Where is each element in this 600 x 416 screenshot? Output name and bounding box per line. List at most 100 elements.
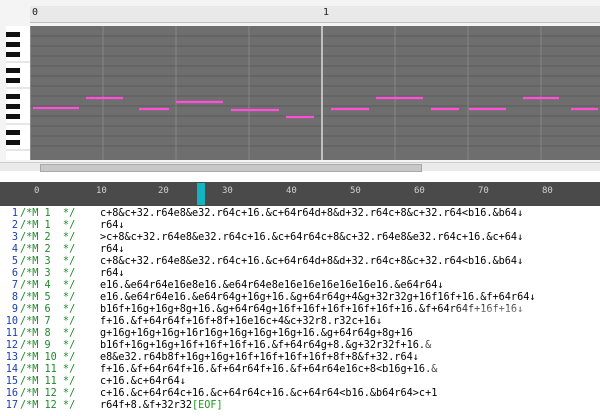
code-line[interactable]: 8/*M 5 */ e16.&e64r64e16.&e64r64g+16g+16.… <box>0 292 600 304</box>
mml-code-text: c+16.&c+64r64c+16.&c+64r64c+16.&c+64r64<… <box>100 388 438 399</box>
line-number: 5 <box>11 256 18 267</box>
line-number: 15 <box>5 376 18 387</box>
measure-comment: /*M 3 */ <box>20 256 76 267</box>
code-line[interactable]: 3/*M 2 */ >c+8&c+32.r64e8&e32.r64c+16.&c+… <box>0 232 600 244</box>
line-number: 7 <box>11 280 18 291</box>
mml-code[interactable]: f+16.&f+64r64f+16f+8f+16e16c+4&c+32r8.r3… <box>100 316 382 328</box>
mml-code[interactable]: e8&e32.r64b8f+16g+16g+16f+16f+16f+16f+8f… <box>100 352 419 364</box>
mml-code-text: r64f+8.&f+32r32 <box>100 400 193 411</box>
ruler-tick-label: 10 <box>96 186 107 196</box>
measure-label-1: 1 <box>323 7 330 18</box>
measure-comment: /*M 6 */ <box>20 304 76 315</box>
mml-code-text: c+16.&c+64r64↓ <box>100 376 186 387</box>
code-line[interactable]: 13/*M 10 */ e8&e32.r64b8f+16g+16g+16f+16f… <box>0 352 600 364</box>
black-keys <box>6 32 20 145</box>
measure-comment: /*M 9 */ <box>20 340 76 351</box>
mml-code[interactable]: r64↓ <box>100 244 125 256</box>
code-line[interactable]: 4/*M 2 */ r64↓ <box>0 244 600 256</box>
code-line[interactable]: 7/*M 4 */ e16.&e64r64e16e8e16.&e64r64e8e1… <box>0 280 600 292</box>
mml-code[interactable]: c+16.&c+64r64c+16.&c+64r64c+16.&c+64r64<… <box>100 388 437 400</box>
mml-code[interactable]: b16f+16g+16g+16f+16f+16f+16.&f+64r64g+8.… <box>100 340 431 352</box>
line-number: 3 <box>11 232 18 243</box>
code-line[interactable]: 11/*M 8 */ g+16g+16g+16g+16r16g+16g+16g+1… <box>0 328 600 340</box>
measure-comment: /*M 4 */ <box>20 280 76 291</box>
line-number: 16 <box>5 388 18 399</box>
line-number: 11 <box>5 328 18 339</box>
mml-code[interactable]: r64f+8.&f+32r32[EOF] <box>100 400 223 412</box>
line-number: 10 <box>5 316 18 327</box>
code-line[interactable]: 10/*M 7 */ f+16.&f+64r64f+16f+8f+16e16c+4… <box>0 316 600 328</box>
measure-comment: /*M 3 */ <box>20 268 76 279</box>
piano-roll[interactable]: 0 1 <box>0 0 600 172</box>
measure-comment: /*M 10 */ <box>20 352 76 363</box>
mml-code[interactable]: g+16g+16g+16g+16r16g+16g+16g+16g+16.&g+6… <box>100 328 413 340</box>
line-number: 8 <box>11 292 18 303</box>
mml-code[interactable]: b16f+16g+16g+8g+16.&g+64r64g+16f+16f+16f… <box>100 304 523 316</box>
measure-comment: /*M 12 */ <box>20 400 76 411</box>
line-number: 14 <box>5 364 18 375</box>
mml-code-text: f+16.&f+64r64f+16f+8f+16e16c+4&c+32r8.r3… <box>100 316 383 327</box>
measure-comment: /*M 2 */ <box>20 232 76 243</box>
mml-code[interactable]: c+8&c+32.r64e8&e32.r64c+16.&c+64r64d+8&d… <box>100 256 523 268</box>
ruler-tick-label: 0 <box>34 186 40 196</box>
mml-text-editor[interactable]: 1/*M 1 */ c+8&c+32.r64e8&e32.r64c+16.&c+6… <box>0 206 600 416</box>
line-number: 4 <box>11 244 18 255</box>
measure-comment: /*M 11 */ <box>20 376 76 387</box>
mml-code-text: r64↓ <box>100 220 125 231</box>
line-number: 9 <box>11 304 18 315</box>
mml-code-text: f+16.&f+64r64f+16.&f+64r64f+16.&f+64r64e… <box>100 364 438 375</box>
code-line[interactable]: 15/*M 11 */ c+16.&c+64r64↓ <box>0 376 600 388</box>
mml-code[interactable]: r64↓ <box>100 268 125 280</box>
ruler-tick-label: 30 <box>222 186 233 196</box>
measure-comment: /*M 8 */ <box>20 328 76 339</box>
ruler-tick-label: 40 <box>286 186 297 196</box>
mml-code-text: g+16g+16g+16g+16r16g+16g+16g+16g+16.&g+6… <box>100 328 413 339</box>
mml-code-text: r64↓ <box>100 268 125 279</box>
code-line[interactable]: 16/*M 12 */ c+16.&c+64r64c+16.&c+64r64c+1… <box>0 388 600 400</box>
notes <box>33 96 598 119</box>
ruler-tick-label: 60 <box>414 186 425 196</box>
code-line[interactable]: 17/*M 12 */ r64f+8.&f+32r32[EOF] <box>0 400 600 412</box>
mml-code-text: >c+8&c+32.r64e8&e32.r64c+16.&c+64r64c+8&… <box>100 232 524 243</box>
mml-code-text: c+8&c+32.r64e8&e32.r64c+16.&c+64r64d+8&d… <box>100 208 524 219</box>
code-line[interactable]: 9/*M 6 */ b16f+16g+16g+8g+16.&g+64r64g+16… <box>0 304 600 316</box>
line-number: 13 <box>5 352 18 363</box>
code-line[interactable]: 6/*M 3 */ r64↓ <box>0 268 600 280</box>
mml-code[interactable]: r64↓ <box>100 220 125 232</box>
line-number: 1 <box>11 208 18 219</box>
piano-keyboard[interactable] <box>6 26 31 160</box>
mml-code[interactable]: c+8&c+32.r64e8&e32.r64c+16.&c+64r64d+8&d… <box>100 208 523 220</box>
mml-code-text: e8&e32.r64b8f+16g+16g+16f+16f+16f+16f+8f… <box>100 352 419 363</box>
mml-code[interactable]: f+16.&f+64r64f+16.&f+64r64f+16.&f+64r64e… <box>100 364 437 376</box>
measure-ruler[interactable]: 0 1 <box>30 6 600 23</box>
mml-code[interactable]: e16.&e64r64e16.&e64r64g+16g+16.&g+64r64g… <box>100 292 535 304</box>
measure-comment: /*M 5 */ <box>20 292 76 303</box>
mml-code-text: e16.&e64r64e16e8e16.&e64r64e8e16e16e16e1… <box>100 280 444 291</box>
note-grid[interactable] <box>31 26 600 160</box>
ruler-tick-label: 70 <box>478 186 489 196</box>
line-number: 2 <box>11 220 18 231</box>
measure-comment: /*M 7 */ <box>20 316 76 327</box>
eof-marker: [EOF] <box>192 400 223 411</box>
code-line[interactable]: 12/*M 9 */ b16f+16g+16g+16f+16f+16f+16.&f… <box>0 340 600 352</box>
cursor-column-marker <box>197 183 205 205</box>
code-line[interactable]: 5/*M 3 */ c+8&c+32.r64e8&e32.r64c+16.&c+6… <box>0 256 600 268</box>
mml-code-text: e16.&e64r64e16.&e64r64g+16g+16.&g+64r64g… <box>100 292 536 303</box>
code-line[interactable]: 2/*M 1 */ r64↓ <box>0 220 600 232</box>
code-line[interactable]: 1/*M 1 */ c+8&c+32.r64e8&e32.r64c+16.&c+6… <box>0 208 600 220</box>
scrollbar-thumb[interactable] <box>40 164 422 172</box>
ruler-tick-label: 20 <box>158 186 169 196</box>
mml-code[interactable]: >c+8&c+32.r64e8&e32.r64c+16.&c+64r64c+8&… <box>100 232 523 244</box>
mml-code-text: r64↓ <box>100 244 125 255</box>
mml-code[interactable]: e16.&e64r64e16e8e16.&e64r64e8e16e16e16e1… <box>100 280 443 292</box>
code-line[interactable]: 14/*M 11 */ f+16.&f+64r64f+16.&f+64r64f+1… <box>0 364 600 376</box>
measure-comment: /*M 11 */ <box>20 364 76 375</box>
line-number: 17 <box>5 400 18 411</box>
mml-code-text: b16f+16g+16g+16f+16f+16f+16.&f+64r64g+8.… <box>100 340 432 351</box>
line-number: 12 <box>5 340 18 351</box>
mml-code-text: b16f+16g+16g+8g+16.&g+64r64g+16f+16f+16f… <box>100 304 524 315</box>
mml-code[interactable]: c+16.&c+64r64↓ <box>100 376 186 388</box>
roll-horizontal-scrollbar[interactable] <box>0 162 600 172</box>
ruler-tick-label: 50 <box>350 186 361 196</box>
measure-comment: /*M 2 */ <box>20 244 76 255</box>
